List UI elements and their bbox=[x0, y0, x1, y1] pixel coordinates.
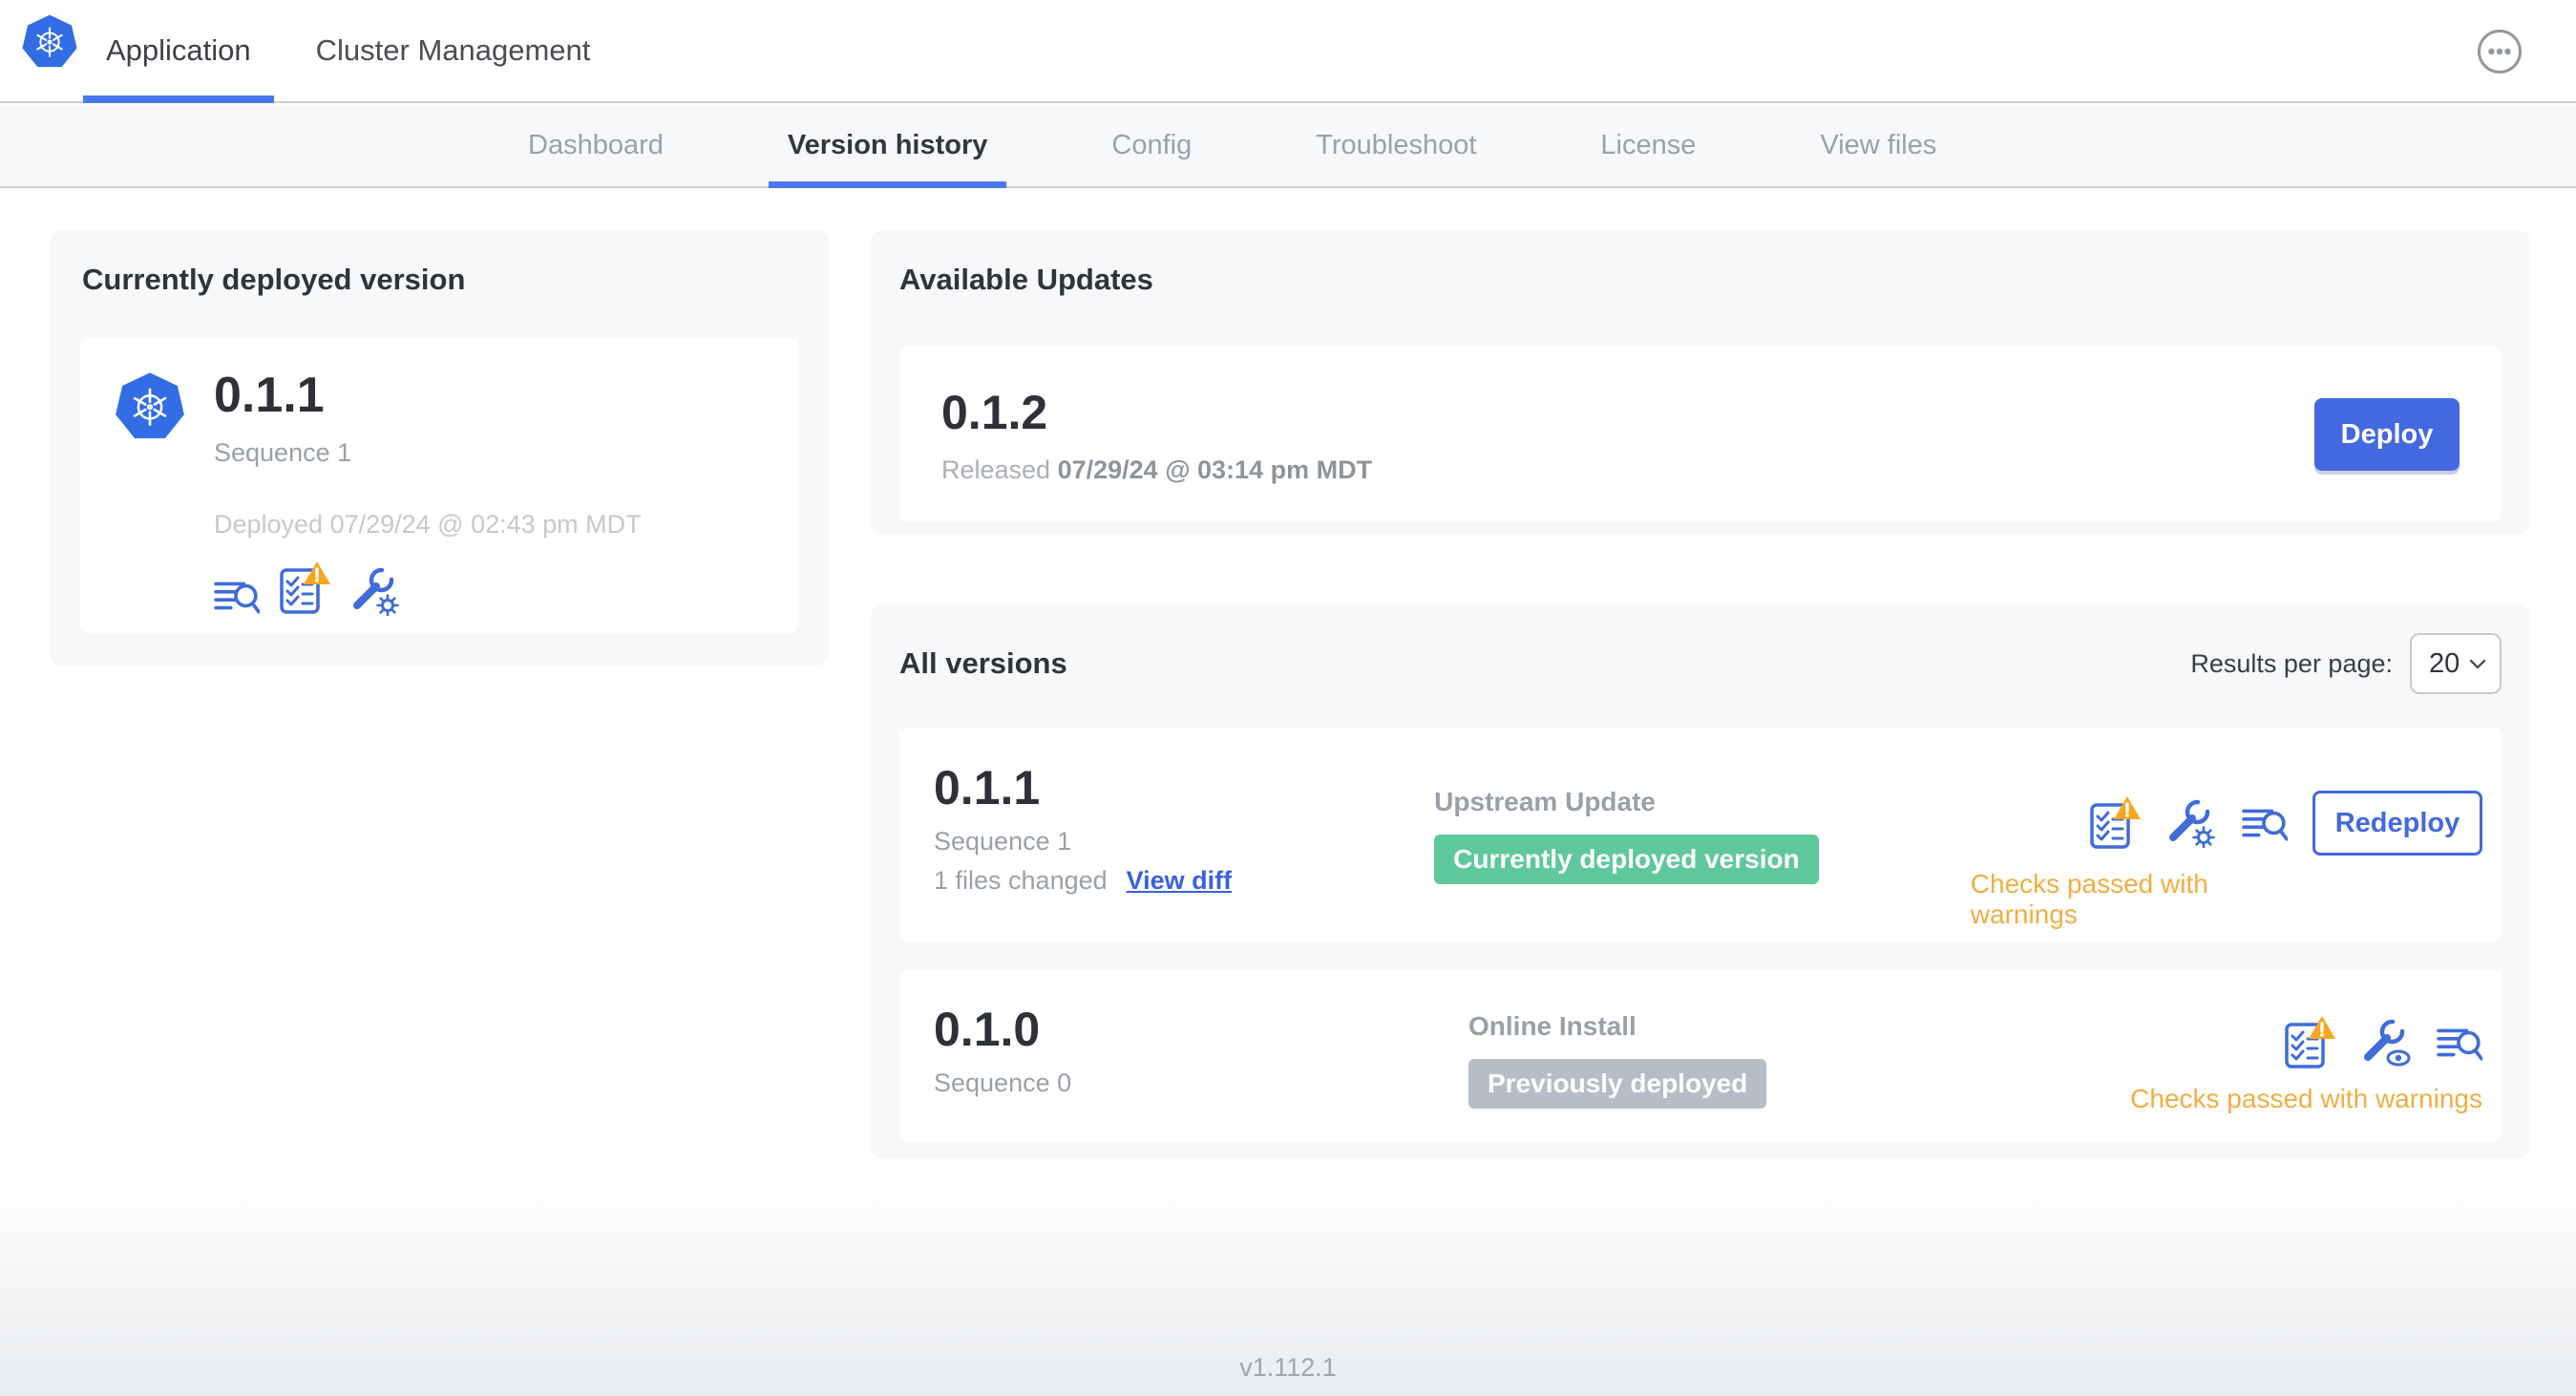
config-icon[interactable] bbox=[349, 566, 401, 616]
version-row-0-1-1: 0.1.1 Sequence 1 1 files changed View di… bbox=[899, 728, 2502, 941]
config-icon[interactable] bbox=[2165, 798, 2217, 848]
top-navbar: Application Cluster Management bbox=[0, 0, 2576, 103]
currently-deployed-version-panel: 0.1.1 Sequence 1 Deployed 07/29/24 @ 02:… bbox=[80, 337, 798, 633]
logs-icon[interactable] bbox=[2242, 803, 2288, 843]
deployed-timestamp: Deployed 07/29/24 @ 02:43 pm MDT bbox=[214, 509, 642, 539]
version-row-0-1-0: 0.1.0 Sequence 0 Online Install Previous… bbox=[899, 969, 2502, 1142]
deploy-button[interactable]: Deploy bbox=[2314, 398, 2460, 471]
app-kubernetes-icon bbox=[114, 371, 186, 440]
subnav-tab-troubleshoot[interactable]: Troubleshoot bbox=[1297, 105, 1495, 186]
view-diff-link[interactable]: View diff bbox=[1127, 866, 1233, 896]
more-options-button[interactable] bbox=[2477, 29, 2523, 74]
subnav-tab-view-files[interactable]: View files bbox=[1801, 105, 1955, 186]
kubernetes-logo-icon bbox=[21, 13, 78, 69]
files-changed-label: 1 files changed bbox=[934, 866, 1108, 895]
previously-deployed-badge: Previously deployed bbox=[1468, 1059, 1767, 1109]
deployed-version-number: 0.1.1 bbox=[214, 368, 325, 423]
logs-icon[interactable] bbox=[2437, 1023, 2482, 1063]
subnav-tab-version-history[interactable]: Version history bbox=[768, 105, 1007, 188]
app-subnav: Dashboard Version history Config Trouble… bbox=[0, 105, 2576, 188]
deployed-version-actions bbox=[214, 560, 642, 616]
results-per-page-label: Results per page: bbox=[2190, 648, 2393, 678]
preflight-checks-warning-icon[interactable] bbox=[279, 560, 330, 616]
header-tabs: Application Cluster Management bbox=[83, 0, 614, 103]
results-per-page-select[interactable]: 20 bbox=[2410, 633, 2502, 694]
row-actions bbox=[2284, 1015, 2482, 1070]
tab-application[interactable]: Application bbox=[83, 0, 274, 103]
currently-deployed-badge: Currently deployed version bbox=[1434, 835, 1819, 884]
currently-deployed-title: Currently deployed version bbox=[82, 263, 466, 296]
tab-cluster-management[interactable]: Cluster Management bbox=[293, 0, 614, 101]
redeploy-button[interactable]: Redeploy bbox=[2312, 791, 2482, 856]
all-versions-title: All versions bbox=[899, 646, 1067, 680]
currently-deployed-card: Currently deployed version 0.1.1 Sequenc… bbox=[50, 230, 829, 666]
update-released-line: Released 07/29/24 @ 03:14 pm MDT bbox=[941, 455, 1372, 485]
preflight-checks-warning-icon[interactable] bbox=[2284, 1015, 2335, 1070]
all-versions-card: All versions Results per page: 20 0.1.1 … bbox=[871, 604, 2530, 1158]
version-source: Online Install bbox=[1468, 1011, 1636, 1041]
released-date: 07/29/24 @ 03:14 pm MDT bbox=[1057, 455, 1373, 484]
subnav-tab-dashboard[interactable]: Dashboard bbox=[509, 105, 683, 186]
row-sequence: Sequence 0 bbox=[934, 1068, 1072, 1097]
row-version-number: 0.1.1 bbox=[934, 761, 1041, 814]
console-version: v1.112.1 bbox=[1239, 1353, 1337, 1382]
results-per-page-value: 20 bbox=[2429, 647, 2460, 679]
released-prefix: Released bbox=[941, 455, 1051, 484]
row-version-number: 0.1.0 bbox=[934, 1003, 1041, 1056]
logs-icon[interactable] bbox=[214, 576, 260, 616]
preflight-status-text: Checks passed with warnings bbox=[2130, 1084, 2482, 1113]
deployed-sequence: Sequence 1 bbox=[214, 437, 352, 467]
config-view-icon[interactable] bbox=[2360, 1018, 2412, 1068]
available-updates-card: Available Updates 0.1.2 Released 07/29/2… bbox=[871, 230, 2530, 534]
row-actions: Redeploy bbox=[2089, 791, 2482, 856]
version-source: Upstream Update bbox=[1434, 787, 1657, 816]
preflight-status-text: Checks passed with warnings bbox=[1970, 869, 2208, 929]
available-updates-title: Available Updates bbox=[899, 263, 1153, 296]
subnav-tab-config[interactable]: Config bbox=[1092, 105, 1211, 186]
row-sequence: Sequence 1 bbox=[934, 827, 1072, 856]
subnav-tab-license[interactable]: License bbox=[1581, 105, 1715, 186]
chevron-down-icon bbox=[2469, 659, 2486, 668]
available-update-row: 0.1.2 Released 07/29/24 @ 03:14 pm MDT D… bbox=[899, 347, 2502, 522]
subnav-tabs: Dashboard Version history Config Trouble… bbox=[509, 105, 2576, 188]
preflight-checks-warning-icon[interactable] bbox=[2089, 795, 2141, 851]
results-per-page: Results per page: 20 bbox=[2190, 633, 2502, 694]
update-version-number: 0.1.2 bbox=[941, 385, 1048, 439]
